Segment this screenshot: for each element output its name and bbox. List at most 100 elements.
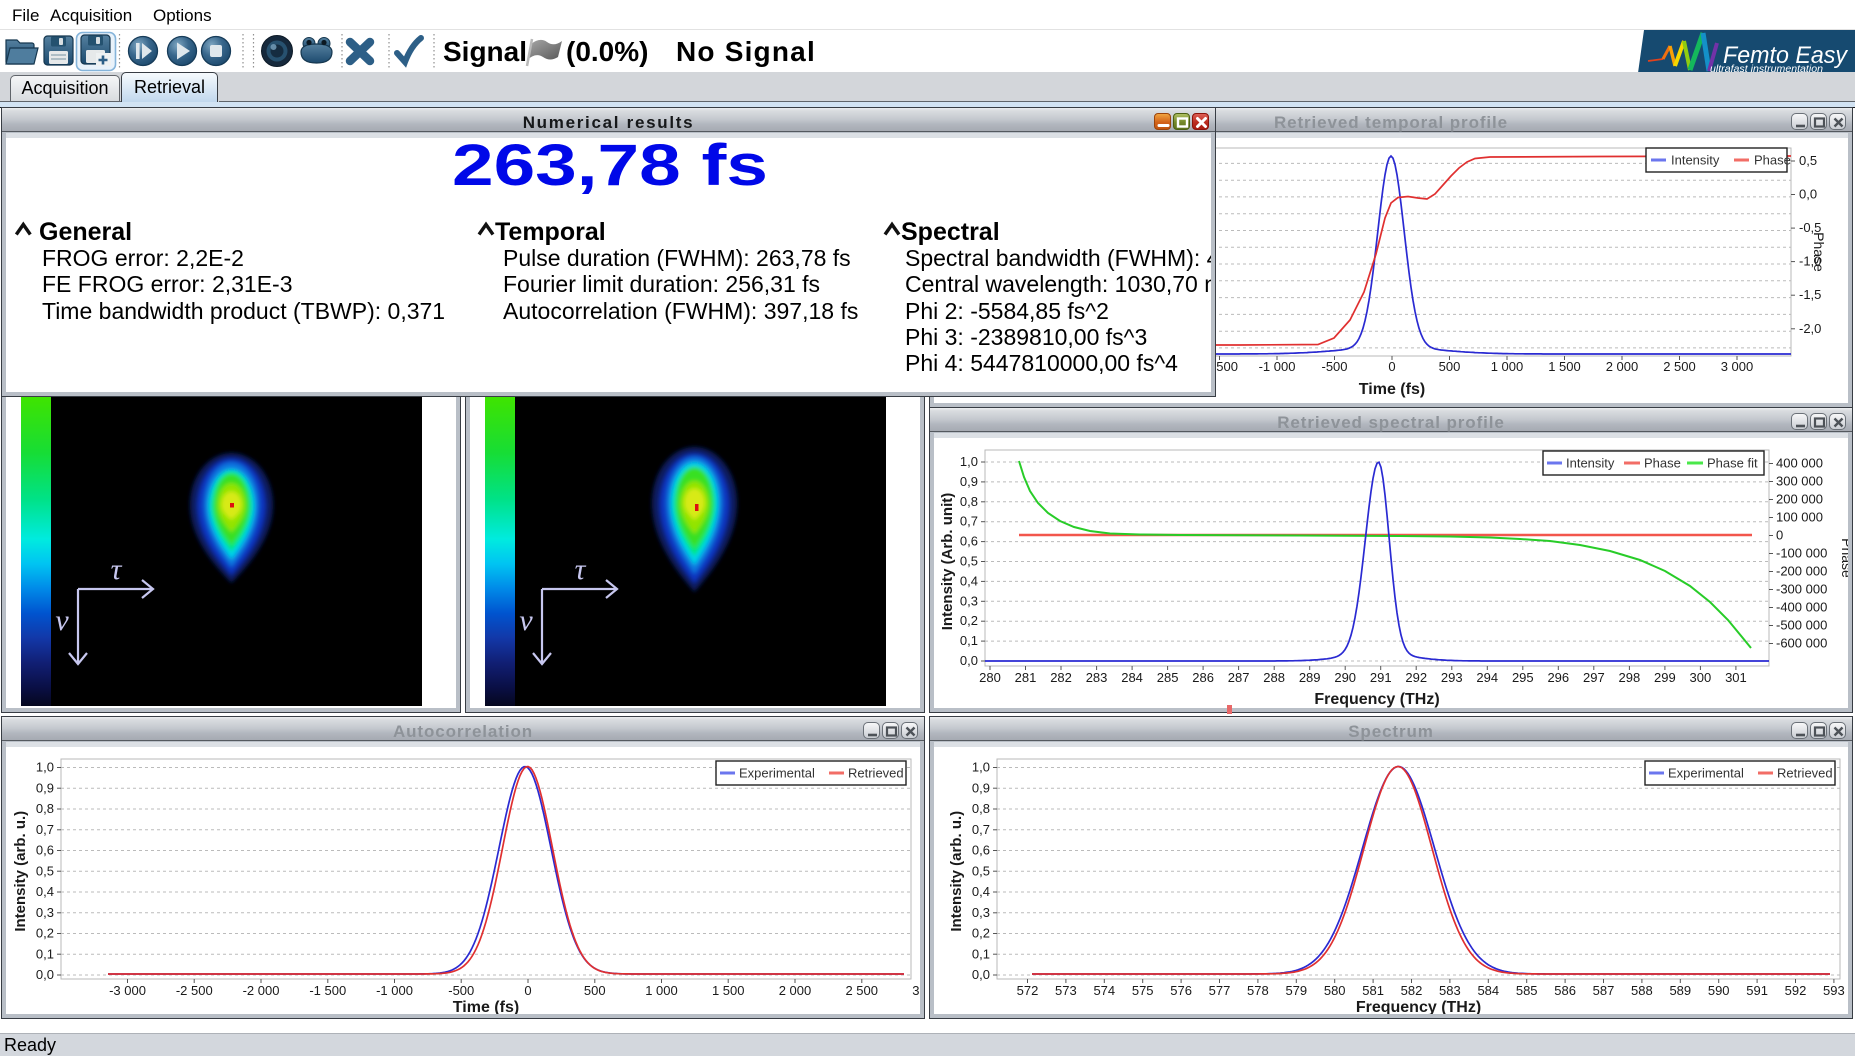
svg-text:0,8: 0,8 — [972, 801, 990, 816]
svg-text:1,0: 1,0 — [960, 454, 978, 469]
svg-text:0,7: 0,7 — [36, 822, 54, 837]
svg-text:299: 299 — [1654, 670, 1676, 685]
svg-text:300 000: 300 000 — [1776, 474, 1823, 489]
svg-text:285: 285 — [1157, 670, 1179, 685]
svg-text:0,3: 0,3 — [960, 593, 978, 608]
svg-text:Frequency (THz): Frequency (THz) — [1356, 999, 1481, 1014]
svg-text:297: 297 — [1583, 670, 1605, 685]
svg-text:0,0: 0,0 — [972, 967, 990, 982]
svg-text:0,9: 0,9 — [972, 780, 990, 795]
svg-text:581: 581 — [1362, 983, 1384, 998]
svg-text:0,8: 0,8 — [960, 494, 978, 509]
svg-text:-400 000: -400 000 — [1776, 600, 1827, 615]
svg-text:592: 592 — [1785, 983, 1807, 998]
svg-text:100 000: 100 000 — [1776, 510, 1823, 525]
svg-text:τ: τ — [111, 553, 123, 586]
svg-text:577: 577 — [1209, 983, 1231, 998]
svg-text:301: 301 — [1725, 670, 1747, 685]
svg-text:-3 000: -3 000 — [109, 983, 146, 998]
svg-text:0,5: 0,5 — [960, 554, 978, 569]
svg-text:-1,5: -1,5 — [1799, 287, 1821, 302]
svg-text:587: 587 — [1593, 983, 1615, 998]
svg-text:Phase: Phase — [1839, 538, 1848, 578]
svg-text:Retrieved: Retrieved — [848, 766, 904, 781]
svg-text:-2 000: -2 000 — [243, 983, 280, 998]
svg-text:0: 0 — [1388, 359, 1395, 374]
svg-text:573: 573 — [1055, 983, 1077, 998]
svg-text:Intensity (arb. u.): Intensity (arb. u.) — [12, 811, 29, 932]
svg-text:3 000: 3 000 — [912, 983, 920, 998]
svg-text:263,78 fs: 263,78 fs — [452, 133, 768, 198]
svg-text:574: 574 — [1093, 983, 1115, 998]
svg-text:591: 591 — [1746, 983, 1768, 998]
svg-text:588: 588 — [1631, 983, 1653, 998]
svg-text:590: 590 — [1708, 983, 1730, 998]
svg-text:1 500: 1 500 — [1548, 359, 1581, 374]
svg-text:-1 000: -1 000 — [1259, 359, 1296, 374]
svg-text:No Signal: No Signal — [676, 36, 816, 67]
svg-text:500: 500 — [584, 983, 606, 998]
svg-text:589: 589 — [1669, 983, 1691, 998]
svg-text:0,8: 0,8 — [36, 801, 54, 816]
svg-text:1,0: 1,0 — [36, 760, 54, 775]
svg-text:Phase: Phase — [1811, 232, 1827, 272]
svg-text:-500: -500 — [1321, 359, 1347, 374]
svg-text:-600 000: -600 000 — [1776, 636, 1827, 651]
svg-text:0,0: 0,0 — [960, 653, 978, 668]
svg-text:281: 281 — [1015, 670, 1037, 685]
svg-text:2 000: 2 000 — [1606, 359, 1639, 374]
svg-text:Frequency (THz): Frequency (THz) — [1314, 691, 1439, 708]
svg-text:284: 284 — [1121, 670, 1143, 685]
svg-text:-2,0: -2,0 — [1799, 321, 1821, 336]
svg-text:-1 000: -1 000 — [376, 983, 413, 998]
svg-text:Intensity (arb. u.): Intensity (arb. u.) — [948, 811, 965, 932]
svg-text:Intensity: Intensity — [1566, 456, 1615, 471]
svg-text:0,4: 0,4 — [36, 884, 54, 899]
svg-text:0,5: 0,5 — [972, 863, 990, 878]
svg-text:583: 583 — [1439, 983, 1461, 998]
svg-text:Phase: Phase — [1644, 456, 1681, 471]
svg-text:0,6: 0,6 — [36, 843, 54, 858]
svg-text:295: 295 — [1512, 670, 1534, 685]
svg-text:283: 283 — [1086, 670, 1108, 685]
svg-text:2 500: 2 500 — [845, 983, 878, 998]
svg-text:575: 575 — [1132, 983, 1154, 998]
svg-text:585: 585 — [1516, 983, 1538, 998]
svg-text:Phase fit: Phase fit — [1707, 456, 1758, 471]
svg-text:τ: τ — [575, 553, 587, 586]
svg-text:287: 287 — [1228, 670, 1250, 685]
svg-text:400 000: 400 000 — [1776, 456, 1823, 471]
svg-text:280: 280 — [979, 670, 1001, 685]
svg-text:-200 000: -200 000 — [1776, 564, 1827, 579]
svg-text:576: 576 — [1170, 983, 1192, 998]
svg-text:ν: ν — [55, 604, 69, 637]
svg-text:Intensity (Arb. unit): Intensity (Arb. unit) — [939, 493, 956, 631]
svg-text:0,1: 0,1 — [36, 946, 54, 961]
svg-text:286: 286 — [1192, 670, 1214, 685]
svg-text:593: 593 — [1823, 983, 1845, 998]
svg-text:(0.0%): (0.0%) — [566, 36, 648, 67]
svg-text:-100 000: -100 000 — [1776, 546, 1827, 561]
svg-text:500: 500 — [1439, 359, 1461, 374]
svg-text:200 000: 200 000 — [1776, 492, 1823, 507]
svg-text:296: 296 — [1547, 670, 1569, 685]
svg-text:0,1: 0,1 — [972, 946, 990, 961]
svg-text:-500 000: -500 000 — [1776, 618, 1827, 633]
svg-text:0,5: 0,5 — [36, 863, 54, 878]
svg-text:ν: ν — [519, 604, 533, 637]
svg-text:293: 293 — [1441, 670, 1463, 685]
svg-text:0,2: 0,2 — [36, 926, 54, 941]
svg-text:579: 579 — [1285, 983, 1307, 998]
svg-text:584: 584 — [1477, 983, 1499, 998]
svg-text:Phase: Phase — [1754, 153, 1791, 168]
svg-text:586: 586 — [1554, 983, 1576, 998]
svg-text:1,0: 1,0 — [972, 760, 990, 775]
svg-text:0,4: 0,4 — [960, 573, 978, 588]
svg-text:0: 0 — [1776, 528, 1783, 543]
svg-text:0,9: 0,9 — [960, 474, 978, 489]
svg-text:0,7: 0,7 — [972, 822, 990, 837]
svg-text:Signal: Signal — [443, 36, 527, 67]
svg-text:0,2: 0,2 — [972, 926, 990, 941]
svg-text:Time (fs): Time (fs) — [1359, 381, 1425, 398]
svg-text:-500: -500 — [448, 983, 474, 998]
